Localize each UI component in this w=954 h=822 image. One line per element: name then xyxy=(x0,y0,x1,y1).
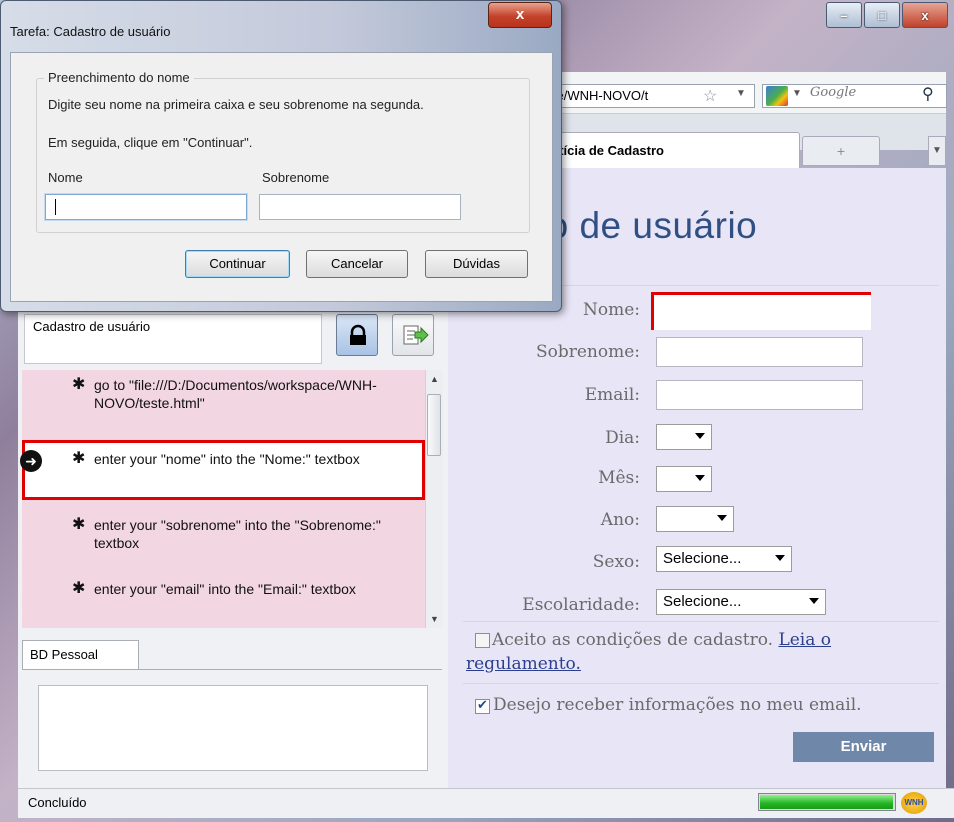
sexo-value: Selecione... xyxy=(663,550,742,567)
dialog-sobrenome-input[interactable] xyxy=(259,194,461,220)
url-dropdown-icon[interactable]: ▼ xyxy=(736,88,746,99)
ano-select[interactable] xyxy=(656,506,734,532)
lock-icon xyxy=(350,324,366,345)
dialog-nome-input[interactable] xyxy=(45,194,247,220)
search-engine-dropdown-icon[interactable]: ▼ xyxy=(792,88,802,99)
maximize-button[interactable]: □ xyxy=(864,2,900,28)
form-divider xyxy=(463,683,939,684)
wnh-addon-icon[interactable]: WNH xyxy=(901,792,927,814)
chevron-down-icon xyxy=(695,433,705,439)
label-sexo: Sexo: xyxy=(592,552,640,572)
dia-select[interactable] xyxy=(656,424,712,450)
escolaridade-select[interactable]: Selecione... xyxy=(656,589,826,615)
regulamento-link-part1[interactable]: Leia o xyxy=(778,630,831,650)
window-controls: – □ x xyxy=(826,2,948,32)
dialog-title: Tarefa: Cadastro de usuário xyxy=(10,24,171,39)
dialog-close-button[interactable]: x xyxy=(488,2,552,28)
escolaridade-value: Selecione... xyxy=(663,593,742,610)
step-text: enter your "sobrenome" into the "Sobreno… xyxy=(94,517,381,551)
terms-text: Aceito as condições de cadastro. xyxy=(492,630,774,650)
step-item[interactable]: ✱ enter your "sobrenome" into the "Sobre… xyxy=(22,516,425,566)
asterisk-icon: ✱ xyxy=(72,516,86,533)
regulamento-link[interactable]: regulamento. xyxy=(466,654,581,674)
email-input[interactable] xyxy=(656,380,863,410)
bookmark-star-icon[interactable]: ☆ xyxy=(703,86,717,106)
form-divider xyxy=(463,621,939,622)
chevron-down-icon xyxy=(695,475,705,481)
label-mes: Mês: xyxy=(598,468,640,488)
chevron-down-icon xyxy=(809,598,819,604)
sexo-select[interactable]: Selecione... xyxy=(656,546,792,572)
asterisk-icon: ✱ xyxy=(72,450,86,467)
document-arrow-icon xyxy=(403,325,429,345)
sobrenome-input[interactable] xyxy=(656,337,863,367)
scrollbar-thumb[interactable] xyxy=(427,394,441,456)
step-item[interactable]: ✱ enter your "email" into the "Email:" t… xyxy=(22,580,425,628)
progress-fill xyxy=(760,795,893,809)
tab-bd-pessoal[interactable]: BD Pessoal xyxy=(22,640,139,670)
step-item-current[interactable]: ✱ enter your "nome" into the "Nome:" tex… xyxy=(22,440,425,500)
chevron-down-icon xyxy=(717,515,727,521)
terms-line-2: regulamento. xyxy=(466,654,581,674)
search-placeholder: Google xyxy=(810,85,857,100)
current-step-arrow-icon: ➜ xyxy=(20,450,42,472)
duvidas-button[interactable]: Dúvidas xyxy=(425,250,528,278)
status-text: Concluído xyxy=(28,795,87,810)
terms-checkbox[interactable] xyxy=(475,633,490,648)
step-text: enter your "email" into the "Email:" tex… xyxy=(94,581,356,597)
tab-divider xyxy=(22,669,442,670)
newsletter-text: Desejo receber informações no meu email. xyxy=(493,695,862,715)
tab-list-icon[interactable]: ▼ xyxy=(928,136,946,166)
label-nome-dialog: Nome xyxy=(48,170,83,185)
instruction-text-2: Em seguida, clique em "Continuar". xyxy=(48,135,253,150)
new-tab-button[interactable]: + xyxy=(802,136,880,166)
step-item[interactable]: ✱ go to "file:///D:/Documentos/workspace… xyxy=(22,376,425,426)
asterisk-icon: ✱ xyxy=(72,580,86,597)
step-text: enter your "nome" into the "Nome:" textb… xyxy=(94,451,360,467)
bd-pessoal-textarea[interactable] xyxy=(38,685,428,771)
step-text: go to "file:///D:/Documentos/workspace/W… xyxy=(94,377,377,411)
mes-select[interactable] xyxy=(656,466,712,492)
cancelar-button[interactable]: Cancelar xyxy=(306,250,408,278)
search-icon[interactable]: ⚲ xyxy=(922,84,934,104)
label-dia: Dia: xyxy=(605,428,640,448)
scroll-up-icon[interactable]: ▲ xyxy=(430,374,439,384)
label-email: Email: xyxy=(584,385,640,405)
scroll-down-icon[interactable]: ▼ xyxy=(430,614,439,624)
script-title: Cadastro de usuário xyxy=(24,314,322,364)
label-sobrenome-dialog: Sobrenome xyxy=(262,170,330,185)
fieldset-legend: Preenchimento do nome xyxy=(44,70,194,85)
nome-input[interactable] xyxy=(651,292,871,330)
terms-line: Aceito as condições de cadastro. Leia o xyxy=(492,630,831,650)
minimize-button[interactable]: – xyxy=(826,2,862,28)
tab-cadastro[interactable]: ctícia de Cadastro xyxy=(545,132,800,168)
label-sobrenome: Sobrenome: xyxy=(535,342,640,362)
google-engine-icon[interactable] xyxy=(766,86,788,106)
steps-list: ✱ go to "file:///D:/Documentos/workspace… xyxy=(22,370,425,628)
address-bar[interactable]: ce/WNH-NOVO/t xyxy=(545,84,755,108)
enviar-button[interactable]: Enviar xyxy=(793,732,934,762)
run-step-button[interactable] xyxy=(392,314,434,356)
lock-button[interactable] xyxy=(336,314,378,356)
continuar-button[interactable]: Continuar xyxy=(185,250,290,278)
newsletter-checkbox[interactable] xyxy=(475,697,490,714)
instruction-text-1: Digite seu nome na primeira caixa e seu … xyxy=(48,97,424,112)
text-caret xyxy=(55,199,56,215)
window-close-button[interactable]: x xyxy=(902,2,948,28)
asterisk-icon: ✱ xyxy=(72,376,86,393)
label-ano: Ano: xyxy=(600,510,640,530)
label-escolaridade: Escolaridade: xyxy=(522,595,640,615)
chevron-down-icon xyxy=(775,555,785,561)
